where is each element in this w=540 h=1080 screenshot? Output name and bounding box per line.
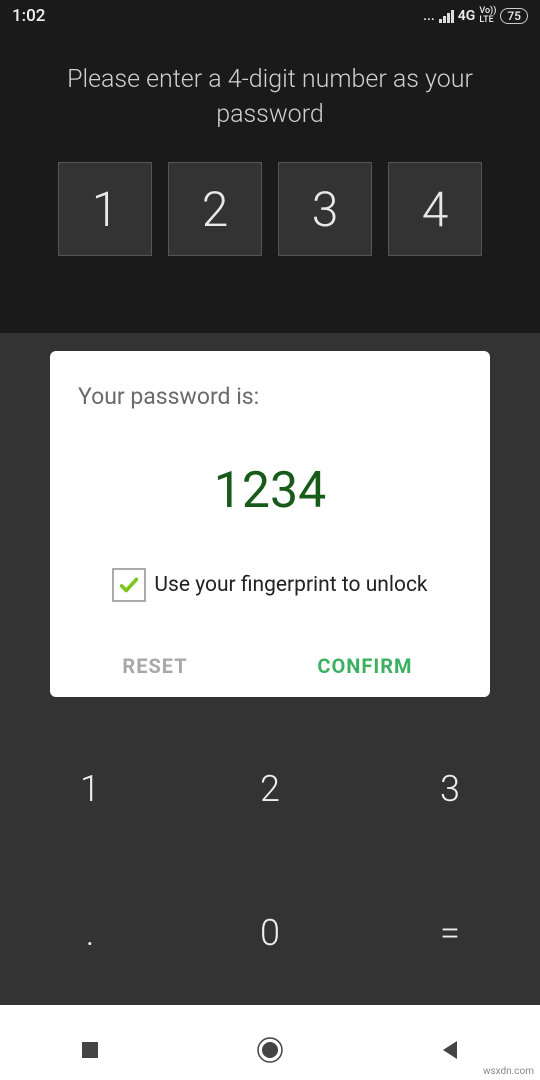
circle-icon <box>256 1036 284 1064</box>
reset-button[interactable]: RESET <box>50 635 260 697</box>
digit-box-3[interactable]: 3 <box>278 162 372 256</box>
password-card: Your password is: 1234 Use your fingerpr… <box>50 351 490 697</box>
signal-icon <box>439 9 454 23</box>
key-1[interactable]: 1 <box>0 717 180 861</box>
nav-home-button[interactable] <box>195 1036 345 1064</box>
key-2[interactable]: 2 <box>180 717 360 861</box>
network-label: 4G <box>458 8 476 24</box>
password-display: 1234 <box>78 462 462 520</box>
status-bar: 1:02 ... 4G Vo))LTE 75 <box>0 0 540 32</box>
card-actions: RESET CONFIRM <box>50 635 490 697</box>
key-dot[interactable]: . <box>0 861 180 1005</box>
digit-boxes: 1 2 3 4 <box>0 162 540 256</box>
square-icon <box>80 1040 100 1060</box>
key-equals[interactable]: = <box>360 861 540 1005</box>
status-right: ... 4G Vo))LTE 75 <box>423 7 528 25</box>
status-time: 1:02 <box>12 6 45 26</box>
check-icon <box>118 574 140 596</box>
volte-label: Vo))LTE <box>479 7 496 25</box>
nav-recent-button[interactable] <box>15 1040 165 1060</box>
bottom-panel: Your password is: 1234 Use your fingerpr… <box>0 333 540 1005</box>
nav-bar <box>0 1020 540 1080</box>
watermark: wsxdn.com <box>483 1066 534 1077</box>
digit-box-2[interactable]: 2 <box>168 162 262 256</box>
dots-icon: ... <box>423 8 435 24</box>
fingerprint-label: Use your fingerprint to unlock <box>154 573 427 597</box>
instruction-text: Please enter a 4-digit number as your pa… <box>0 32 540 162</box>
digit-box-1[interactable]: 1 <box>58 162 152 256</box>
fingerprint-row[interactable]: Use your fingerprint to unlock <box>78 568 462 602</box>
fingerprint-checkbox[interactable] <box>112 568 146 602</box>
white-strip <box>0 1005 540 1020</box>
battery-icon: 75 <box>500 8 528 24</box>
keypad: 1 2 3 . 0 = <box>0 717 540 1005</box>
card-label: Your password is: <box>78 383 462 410</box>
key-0[interactable]: 0 <box>180 861 360 1005</box>
confirm-button[interactable]: CONFIRM <box>260 635 490 697</box>
digit-box-4[interactable]: 4 <box>388 162 482 256</box>
triangle-back-icon <box>439 1039 461 1061</box>
nav-back-button[interactable] <box>375 1039 525 1061</box>
key-3[interactable]: 3 <box>360 717 540 861</box>
